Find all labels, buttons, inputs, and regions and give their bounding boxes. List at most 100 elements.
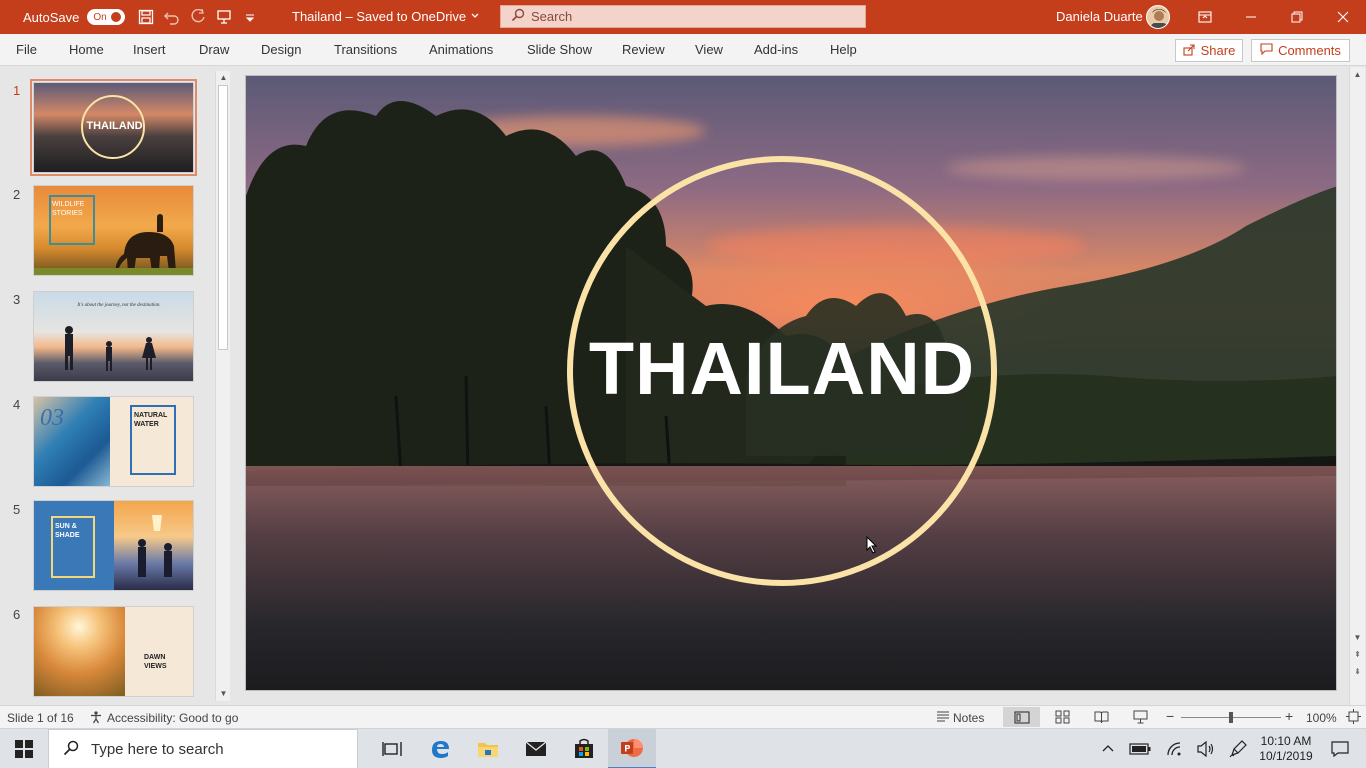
avatar[interactable] xyxy=(1146,5,1170,29)
thumbnail-number: 6 xyxy=(13,607,21,622)
notes-button[interactable]: Notes xyxy=(953,711,984,725)
restore-icon[interactable] xyxy=(1274,0,1320,34)
slide-thumbnail-3[interactable]: It's about the journey, not the destinat… xyxy=(33,291,194,382)
tab-transitions[interactable]: Transitions xyxy=(334,42,397,57)
tab-view[interactable]: View xyxy=(695,42,723,57)
search-placeholder: Search xyxy=(531,9,573,24)
save-icon[interactable] xyxy=(133,4,159,30)
taskbar-search[interactable]: Type here to search xyxy=(48,729,358,768)
thumbnail-grass xyxy=(34,268,193,275)
system-clock[interactable]: 10:10 AM 10/1/2019 xyxy=(1256,734,1316,764)
elephant-silhouette xyxy=(115,214,176,272)
search-icon xyxy=(511,8,525,25)
slide-sorter-icon[interactable] xyxy=(1055,710,1070,727)
slide-thumbnail-1[interactable]: THAILAND xyxy=(30,79,197,176)
battery-icon[interactable] xyxy=(1120,729,1160,768)
scroll-down-icon[interactable]: ▼ xyxy=(1352,632,1363,643)
microsoft-store-icon[interactable] xyxy=(560,729,608,768)
taskbar-search-placeholder: Type here to search xyxy=(91,740,224,758)
tab-review[interactable]: Review xyxy=(622,42,665,57)
next-slide-icon[interactable]: ⇟ xyxy=(1352,666,1363,677)
windows-taskbar: Type here to search 10:10 AM 10/1/2019 xyxy=(0,728,1366,768)
reading-view-icon[interactable] xyxy=(1094,710,1109,727)
thumbnail-quote: It's about the journey, not the destinat… xyxy=(77,303,161,308)
slide-show-icon[interactable] xyxy=(1133,710,1148,727)
normal-view-icon[interactable] xyxy=(1003,707,1040,727)
scroll-up-icon[interactable]: ▲ xyxy=(1352,69,1363,80)
document-title[interactable]: Thailand – Saved to OneDrive xyxy=(292,9,466,24)
autosave-toggle[interactable]: On xyxy=(87,9,126,25)
accessibility-icon[interactable] xyxy=(89,710,103,727)
thumbnail-title: THAILAND xyxy=(86,120,143,132)
comments-button[interactable]: Comments xyxy=(1251,39,1350,62)
slide-thumbnail-4[interactable]: 03 NATURAL WATER xyxy=(33,396,194,487)
task-view-icon[interactable] xyxy=(368,729,416,768)
tab-home[interactable]: Home xyxy=(69,42,104,57)
toggle-knob xyxy=(111,12,122,22)
zoom-slider-handle[interactable] xyxy=(1229,712,1233,723)
clock-date: 10/1/2019 xyxy=(1259,749,1313,763)
title-bar: AutoSave On Thailand – Saved to OneDrive… xyxy=(0,0,1366,34)
volume-icon[interactable] xyxy=(1188,729,1224,768)
thumbnail-scrollbar[interactable]: ▲ ▼ xyxy=(215,71,230,701)
zoom-level[interactable]: 100% xyxy=(1306,711,1337,725)
tab-add-ins[interactable]: Add-ins xyxy=(754,42,798,57)
powerpoint-app-icon[interactable] xyxy=(608,729,656,768)
clock-time: 10:10 AM xyxy=(1260,734,1312,748)
slide-scrollbar[interactable]: ▲ ▼ ⇞ ⇟ xyxy=(1349,67,1365,705)
comments-label: Comments xyxy=(1278,43,1341,58)
thumbnail-section-number: 03 xyxy=(40,405,64,431)
zoom-in-icon[interactable]: + xyxy=(1285,708,1293,724)
scroll-up-icon[interactable]: ▲ xyxy=(218,72,229,83)
scroll-down-icon[interactable]: ▼ xyxy=(218,688,229,699)
zoom-out-icon[interactable]: − xyxy=(1166,708,1174,724)
notifications-icon[interactable] xyxy=(1318,729,1362,768)
pen-icon[interactable] xyxy=(1220,729,1256,768)
thumbnail-number: 2 xyxy=(13,187,21,202)
thumbnail-number: 4 xyxy=(13,397,21,412)
search-box[interactable]: Search xyxy=(500,5,866,28)
slide-thumbnail-2[interactable]: WILDLIFE STORIES xyxy=(33,185,194,276)
tab-animations[interactable]: Animations xyxy=(429,42,493,57)
slide-editor: THAILAND ▲ ▼ ⇞ ⇟ xyxy=(232,67,1365,705)
fit-slide-icon[interactable] xyxy=(1346,709,1361,727)
slide-thumbnail-5[interactable]: SUN & SHADE xyxy=(33,500,194,591)
tab-slide-show[interactable]: Slide Show xyxy=(527,42,592,57)
slide-thumbnail-pane: 1 THAILAND 2 WILDLIFE STORIES 3 It's abo… xyxy=(0,67,232,705)
search-icon xyxy=(63,740,79,759)
customize-toolbar-icon[interactable] xyxy=(237,4,263,30)
tab-file[interactable]: File xyxy=(16,42,37,57)
mail-icon[interactable] xyxy=(512,729,560,768)
lantern-silhouette xyxy=(138,515,172,577)
thumbnail-number: 1 xyxy=(13,83,21,98)
tab-insert[interactable]: Insert xyxy=(133,42,166,57)
scrollbar-thumb[interactable] xyxy=(218,85,228,350)
tab-draw[interactable]: Draw xyxy=(199,42,229,57)
windows-start-icon[interactable] xyxy=(0,729,48,768)
tab-help[interactable]: Help xyxy=(830,42,857,57)
file-explorer-icon[interactable] xyxy=(464,729,512,768)
redo-icon[interactable] xyxy=(185,4,211,30)
tab-design[interactable]: Design xyxy=(261,42,301,57)
comment-icon xyxy=(1260,43,1273,58)
slide-canvas[interactable]: THAILAND xyxy=(245,75,1337,691)
share-button[interactable]: Share xyxy=(1175,39,1243,62)
accessibility-status[interactable]: Accessibility: Good to go xyxy=(107,711,238,725)
thumbnail-title: NATURAL WATER xyxy=(134,412,168,428)
minimize-icon[interactable] xyxy=(1228,0,1274,34)
mouse-pointer-icon xyxy=(866,536,878,554)
present-icon[interactable] xyxy=(211,4,237,30)
wifi-icon[interactable] xyxy=(1156,729,1192,768)
chevron-down-icon[interactable] xyxy=(470,8,480,23)
share-icon xyxy=(1183,43,1196,59)
undo-icon[interactable] xyxy=(159,4,185,30)
notes-icon[interactable] xyxy=(936,710,950,725)
ribbon-display-icon[interactable] xyxy=(1182,0,1228,34)
user-name[interactable]: Daniela Duarte xyxy=(1056,9,1143,24)
previous-slide-icon[interactable]: ⇞ xyxy=(1352,649,1363,660)
slide-title[interactable]: THAILAND xyxy=(567,324,997,414)
slide-thumbnail-6[interactable]: DAWN VIEWS xyxy=(33,606,194,697)
close-icon[interactable] xyxy=(1320,0,1366,34)
edge-browser-icon[interactable] xyxy=(416,729,464,768)
thumbnail-title: SUN & SHADE xyxy=(55,523,80,539)
